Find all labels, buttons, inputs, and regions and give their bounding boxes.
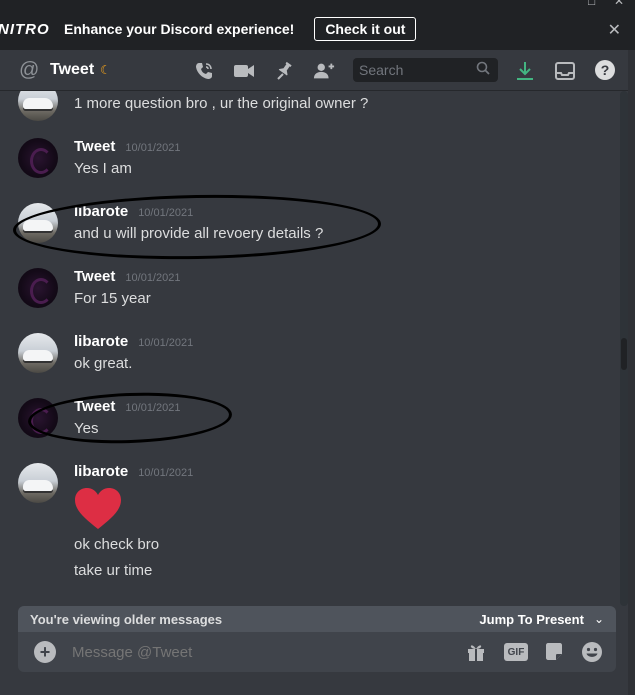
message-timestamp: 10/01/2021: [125, 402, 181, 414]
gift-icon[interactable]: [464, 641, 488, 663]
search-input[interactable]: Search: [353, 58, 498, 82]
message-text: 1 more question bro , ur the original ow…: [74, 95, 369, 112]
message-input[interactable]: [72, 643, 432, 661]
check-it-out-button[interactable]: Check it out: [314, 17, 417, 41]
message-header: Tweet 10/01/2021: [74, 268, 180, 285]
banner-text: Enhance your Discord experience!: [64, 21, 295, 37]
message-header: libarote 10/01/2021: [74, 463, 193, 480]
scrollbar-thumb[interactable]: [621, 338, 627, 370]
avatar[interactable]: [18, 268, 58, 308]
message-timestamp: 10/01/2021: [138, 337, 194, 349]
download-icon[interactable]: [514, 60, 536, 82]
older-messages-bar: You're viewing older messages Jump To Pr…: [18, 606, 616, 632]
message-timestamp: 10/01/2021: [138, 207, 194, 219]
message-header: Tweet 10/01/2021: [74, 138, 180, 155]
message-text: Yes I am: [74, 160, 132, 177]
close-window-icon[interactable]: ✕: [614, 0, 624, 8]
dm-title: Tweet: [50, 61, 95, 78]
pin-icon[interactable]: [273, 60, 295, 82]
inbox-icon[interactable]: [554, 60, 576, 82]
nitro-banner: NITRO Enhance your Discord experience! C…: [0, 8, 635, 50]
window-edge: [628, 50, 635, 695]
message-text: and u will provide all revoery details ?: [74, 225, 324, 242]
message-author[interactable]: Tweet: [74, 268, 115, 285]
banner-close-icon[interactable]: ✕: [608, 20, 621, 40]
heart-icon[interactable]: [74, 487, 122, 531]
message-header: libarote 10/01/2021: [74, 333, 193, 350]
window-titlebar: □ ✕: [0, 0, 635, 8]
video-call-icon[interactable]: [233, 60, 255, 82]
older-messages-text: You're viewing older messages: [30, 611, 223, 627]
chevron-down-icon[interactable]: ⌄: [594, 612, 604, 626]
message-header: Tweet 10/01/2021: [74, 398, 180, 415]
add-friend-icon[interactable]: [313, 60, 335, 82]
message-timestamp: 10/01/2021: [125, 142, 181, 154]
message-author[interactable]: libarote: [74, 333, 128, 350]
message-timestamp: 10/01/2021: [125, 272, 181, 284]
avatar[interactable]: [18, 138, 58, 178]
avatar[interactable]: [18, 463, 58, 503]
moon-icon: ☾: [100, 63, 111, 77]
message-author[interactable]: Tweet: [74, 138, 115, 155]
message-header: libarote 10/01/2021: [74, 203, 193, 220]
message-author[interactable]: Tweet: [74, 398, 115, 415]
emoji-icon[interactable]: [580, 641, 604, 663]
jump-to-present-button[interactable]: Jump To Present: [479, 612, 584, 627]
avatar[interactable]: [18, 333, 58, 373]
at-icon: @: [19, 58, 40, 81]
message-text: For 15 year: [74, 290, 151, 307]
message-text: take ur time: [74, 562, 153, 579]
avatar[interactable]: [18, 398, 58, 438]
message-text: ok check bro: [74, 536, 160, 553]
message-text: Yes: [74, 420, 99, 437]
search-icon: [476, 61, 490, 78]
message-timestamp: 10/01/2021: [138, 467, 194, 479]
upload-plus-icon[interactable]: +: [34, 641, 56, 663]
nitro-logo: NITRO: [0, 20, 50, 38]
search-placeholder: Search: [359, 62, 404, 78]
sticker-icon[interactable]: [542, 641, 566, 663]
voice-call-icon[interactable]: [193, 60, 215, 82]
gif-icon[interactable]: GIF: [504, 643, 528, 661]
avatar[interactable]: [18, 91, 58, 121]
message-composer: + GIF: [18, 632, 616, 672]
channel-header: @ Tweet ☾ Search ?: [0, 50, 628, 91]
maximize-icon[interactable]: □: [588, 0, 595, 8]
avatar[interactable]: [18, 203, 58, 243]
message-author[interactable]: libarote: [74, 203, 128, 220]
message-list: 1 more question bro , ur the original ow…: [0, 91, 628, 606]
message-text: ok great.: [74, 355, 133, 372]
help-icon[interactable]: ?: [595, 60, 615, 80]
message-author[interactable]: libarote: [74, 463, 128, 480]
